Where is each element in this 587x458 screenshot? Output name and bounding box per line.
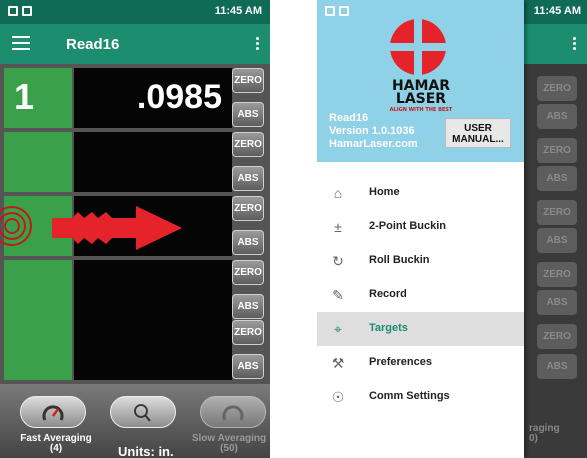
speedometer-icon [42, 405, 64, 421]
row-value: .0985 [136, 78, 222, 116]
broadcast-icon: ☉ [331, 389, 345, 405]
website-link[interactable]: HamarLaser.com [329, 138, 418, 151]
drawer-screen: ZERO ABS ZERO ABS ZERO ABS ZERO ABS ZERO… [317, 0, 587, 458]
zero-button[interactable]: ZERO [537, 324, 577, 349]
plus-minus-icon: ± [334, 219, 342, 235]
units-label: Units: in. [118, 444, 174, 458]
row-number: 1 [14, 76, 35, 117]
home-icon: ⌂ [333, 185, 343, 201]
abs-button[interactable]: ABS [232, 294, 264, 319]
row-number-cell[interactable] [4, 132, 72, 192]
row-value-cell [74, 260, 232, 320]
zero-button[interactable]: ZERO [232, 132, 264, 157]
zero-button[interactable]: ZERO [232, 320, 264, 345]
menu-item-preferences[interactable]: ⚒ Preferences [317, 346, 524, 380]
readout-row [4, 132, 266, 192]
zero-button[interactable]: ZERO [232, 68, 264, 93]
abs-button[interactable]: ABS [537, 290, 577, 315]
zero-button[interactable]: ZERO [537, 262, 577, 287]
zero-button[interactable]: ZERO [537, 138, 577, 163]
fast-averaging-button[interactable] [20, 396, 86, 428]
brand-wordmark: HAMAR LASER ALIGN WITH THE BEST [389, 78, 453, 113]
zero-button[interactable]: ZERO [537, 76, 577, 101]
readout-row [4, 260, 266, 320]
row-number-cell[interactable]: 1 [4, 68, 72, 128]
abs-button[interactable]: ABS [537, 354, 577, 379]
menu-item-home[interactable]: ⌂ Home [317, 176, 524, 210]
rotate-icon: ↻ [332, 253, 344, 269]
app-version: Version 1.0.1036 [329, 125, 415, 137]
abs-button[interactable]: ABS [232, 102, 264, 127]
search-button[interactable] [110, 396, 176, 428]
zero-button[interactable]: ZERO [232, 260, 264, 285]
red-arrow-icon [52, 206, 182, 250]
menu-item-2-point-buckin[interactable]: ± 2-Point Buckin [317, 210, 524, 244]
overflow-menu-icon[interactable] [256, 37, 260, 52]
slow-averaging-label: raging 0) [529, 423, 560, 444]
app-name: Read16 [329, 112, 369, 124]
status-time: 11:45 AM [214, 5, 262, 17]
abs-button[interactable]: ABS [537, 104, 577, 129]
abs-button[interactable]: ABS [232, 354, 264, 379]
hamar-laser-logo [390, 19, 446, 75]
speedometer-icon [222, 405, 244, 421]
slow-averaging-label: Slow Averaging (50) [191, 433, 267, 454]
status-time: 11:45 AM [533, 5, 581, 17]
row-value-cell [74, 320, 232, 380]
pencil-icon: ✎ [332, 287, 344, 303]
notification-icons [8, 6, 32, 16]
abs-button[interactable]: ABS [537, 228, 577, 253]
row-value-cell [74, 132, 232, 192]
drawer-menu: ⌂ Home ± 2-Point Buckin ↻ Roll Buckin ✎ … [317, 176, 524, 414]
main-screen: 11:45 AM Read16 1 .0985 ZERO ABS ZERO AB… [0, 0, 270, 458]
navigation-drawer: HAMAR LASER ALIGN WITH THE BEST Read16 V… [317, 0, 524, 458]
menu-icon[interactable] [12, 36, 30, 50]
menu-item-roll-buckin[interactable]: ↻ Roll Buckin [317, 244, 524, 278]
readout-row: 1 .0985 [4, 68, 266, 128]
target-icon: ⌖ [334, 321, 342, 337]
abs-button[interactable]: ABS [232, 230, 264, 255]
readout-row [4, 320, 266, 380]
drawer-header: HAMAR LASER ALIGN WITH THE BEST Read16 V… [317, 0, 524, 162]
user-manual-button[interactable]: USER MANUAL... [445, 118, 511, 148]
status-bar: 11:45 AM [524, 0, 587, 24]
zero-button[interactable]: ZERO [537, 200, 577, 225]
overflow-menu-icon[interactable] [573, 37, 577, 52]
row-value-cell: .0985 [74, 68, 232, 128]
wrench-icon: ⚒ [331, 355, 345, 371]
abs-button[interactable]: ABS [537, 166, 577, 191]
status-bar: 11:45 AM [0, 0, 270, 24]
row-number-cell[interactable] [4, 260, 72, 320]
app-bar: Read16 [0, 24, 270, 64]
abs-button[interactable]: ABS [232, 166, 264, 191]
menu-item-record[interactable]: ✎ Record [317, 278, 524, 312]
averaging-panel: Fast Averaging (4) Slow Averaging (50) Uni… [0, 384, 270, 458]
menu-item-targets[interactable]: ⌖ Targets [317, 312, 524, 346]
fast-averaging-label: Fast Averaging (4) [20, 433, 92, 454]
slow-averaging-button[interactable] [200, 396, 266, 428]
app-info: Read16 Version 1.0.1036 HamarLaser.com [329, 112, 418, 151]
notification-icons [325, 6, 349, 16]
menu-item-comm-settings[interactable]: ☉ Comm Settings [317, 380, 524, 414]
zero-button[interactable]: ZERO [232, 196, 264, 221]
search-icon [134, 404, 151, 422]
app-title: Read16 [66, 36, 120, 53]
row-number-cell[interactable] [4, 320, 72, 380]
